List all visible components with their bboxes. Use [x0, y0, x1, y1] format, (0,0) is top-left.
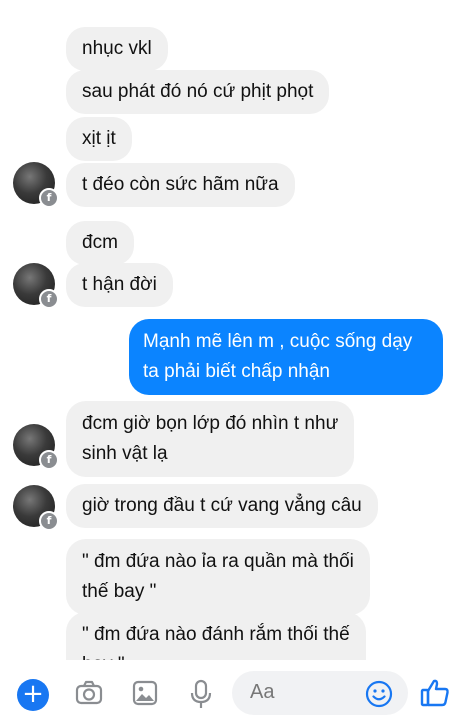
- emoji-icon[interactable]: [364, 679, 394, 709]
- sender-avatar[interactable]: f: [13, 162, 59, 208]
- microphone-icon[interactable]: [186, 678, 216, 710]
- message-text: giờ trong đầu t cứ vang vẳng câu: [82, 495, 362, 516]
- message-bubble[interactable]: xịt ịt: [66, 117, 132, 161]
- message-bubble[interactable]: sau phát đó nó cứ phịt phọt: [66, 70, 330, 114]
- messenger-badge-icon: f: [39, 511, 59, 531]
- message-thread: nhục vkl sau phát đó nó cứ phịt phọt xịt…: [0, 0, 468, 660]
- message-text: t đéo còn sức hãm nữa: [82, 174, 279, 195]
- message-bubble[interactable]: " đm đứa nào đánh rắm thối thế bay ": [66, 612, 366, 660]
- message-text: xịt ịt: [82, 128, 116, 149]
- outgoing-message-bubble[interactable]: Mạnh mẽ lên m , cuộc sống dạy ta phải bi…: [129, 319, 443, 395]
- message-text-line: Mạnh mẽ lên m , cuộc sống dạy: [143, 331, 413, 352]
- messenger-badge-icon: f: [39, 450, 59, 470]
- message-text-line: thế bay ": [82, 581, 157, 602]
- image-icon[interactable]: [130, 678, 160, 708]
- message-text-line: sinh vật lạ: [82, 443, 168, 464]
- message-text-line: " đm đứa nào đánh rắm thối thế: [82, 624, 350, 645]
- message-bubble[interactable]: t đéo còn sức hãm nữa: [66, 163, 295, 207]
- messenger-badge-icon: f: [39, 289, 59, 309]
- message-bubble[interactable]: đcm giờ bọn lớp đó nhìn t như sinh vật l…: [66, 401, 355, 477]
- messenger-badge-icon: f: [39, 188, 59, 208]
- plus-icon[interactable]: +: [17, 679, 49, 711]
- message-text-line: bay ": [82, 650, 350, 660]
- sender-avatar[interactable]: f: [13, 485, 59, 531]
- message-text: sau phát đó nó cứ phịt phọt: [82, 81, 314, 102]
- camera-icon[interactable]: [74, 678, 104, 708]
- message-text-line: đcm giờ bọn lớp đó nhìn t như: [82, 413, 339, 434]
- message-text: nhục vkl: [82, 38, 152, 59]
- message-bubble[interactable]: giờ trong đầu t cứ vang vẳng câu: [66, 484, 378, 528]
- like-thumb-icon[interactable]: [418, 676, 452, 710]
- message-bubble[interactable]: đcm: [66, 221, 134, 265]
- message-text-line: ta phải biết chấp nhận: [143, 361, 330, 382]
- message-bubble[interactable]: nhục vkl: [66, 27, 168, 71]
- message-bubble[interactable]: t hận đời: [66, 263, 173, 307]
- message-text-line: " đm đứa nào ỉa ra quần mà thối: [82, 551, 354, 572]
- message-input-placeholder: Aa: [250, 681, 275, 703]
- message-bubble[interactable]: " đm đứa nào ỉa ra quần mà thối thế bay …: [66, 539, 370, 615]
- message-text: đcm: [82, 232, 118, 253]
- message-text: t hận đời: [82, 274, 157, 295]
- sender-avatar[interactable]: f: [13, 263, 59, 309]
- sender-avatar[interactable]: f: [13, 424, 59, 470]
